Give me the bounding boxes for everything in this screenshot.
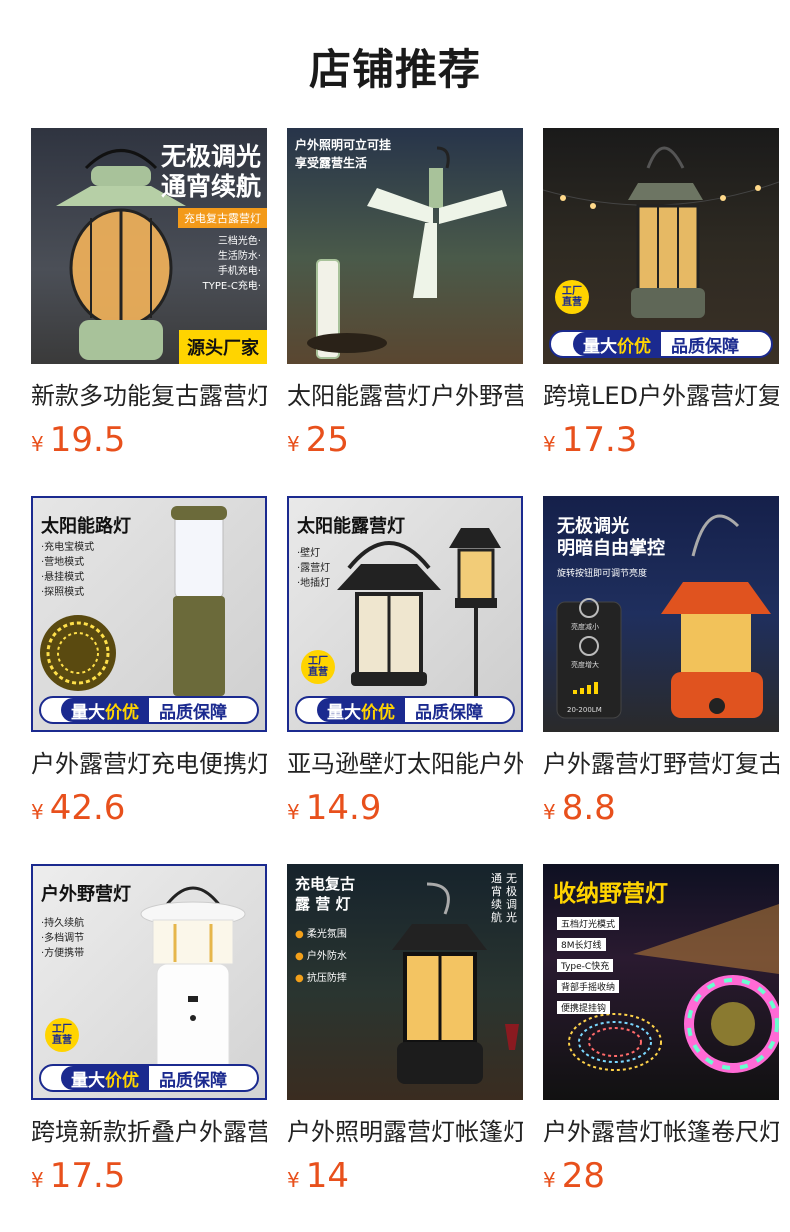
image-tag: 源头厂家	[179, 330, 267, 364]
product-name[interactable]: 亚马逊壁灯太阳能户外	[287, 750, 523, 778]
product-image[interactable]: 户外野营灯 ·持久续航 ·多档调节 ·方便携带 工厂 直营 量大 价优 品质保障	[31, 864, 267, 1100]
lumen-range: 20-200LM	[567, 706, 602, 714]
product-image[interactable]: 充电复古 露 营 灯 通宵续航 无极调光 ● 柔光氛围 ● 户外防水 ● 抗压防…	[287, 864, 523, 1100]
product-name[interactable]: 跨境LED户外露营灯复古	[543, 382, 779, 410]
product-image[interactable]: 无极调光 明暗自由掌控 旋转按钮即可调节亮度 亮度减小 亮度增大 20-200L…	[543, 496, 779, 732]
price-value: 28	[561, 1156, 605, 1196]
price-value: 19.5	[49, 420, 126, 460]
product-price: ¥19.5	[31, 420, 267, 464]
product-image[interactable]: 太阳能露营灯 ·壁灯 ·露营灯 ·地插灯 工厂 直营 量大 价优 品质保障	[287, 496, 523, 732]
product-price: ¥17.3	[543, 420, 779, 464]
price-value: 14.9	[305, 788, 382, 828]
price-value: 17.5	[49, 1156, 126, 1196]
product-card[interactable]: 无极调光 明暗自由掌控 旋转按钮即可调节亮度 亮度减小 亮度增大 20-200L…	[543, 496, 779, 832]
currency-symbol: ¥	[287, 1168, 300, 1192]
product-price: ¥14.9	[287, 788, 523, 832]
image-features: ·壁灯 ·露营灯 ·地插灯	[297, 548, 331, 589]
product-card[interactable]: 充电复古 露 营 灯 通宵续航 无极调光 ● 柔光氛围 ● 户外防水 ● 抗压防…	[287, 864, 523, 1200]
product-image[interactable]: 收纳野营灯 五档灯光模式 8M长灯线 Type-C快充 背部手摇收纳 便携提挂钩	[543, 864, 779, 1100]
currency-symbol: ¥	[31, 1168, 44, 1192]
currency-symbol: ¥	[543, 432, 556, 456]
product-image[interactable]: 户外照明可立可挂 享受露营生活	[287, 128, 523, 364]
image-headline: 户外野营灯	[41, 884, 131, 905]
image-subline: 旋转按钮即可调节亮度	[557, 569, 648, 579]
quality-banner: 量大 价优 品质保障	[39, 696, 259, 724]
factory-direct-badge: 工厂 直营	[301, 650, 335, 684]
currency-symbol: ¥	[543, 1168, 556, 1192]
image-features: ● 柔光氛围 ● 户外防水 ● 抗压防摔	[295, 929, 347, 984]
image-headline: 收纳野营灯	[553, 881, 668, 907]
product-price: ¥17.5	[31, 1156, 267, 1200]
product-image[interactable]: 工厂 直营 量大 价优 品质保障	[543, 128, 779, 364]
image-headline: 无极调光 明暗自由掌控	[557, 516, 665, 559]
product-card[interactable]: 户外照明可立可挂 享受露营生活 太阳能露营灯户外野营灯 ¥25	[287, 128, 523, 464]
image-headline: 充电复古 露 营 灯	[295, 875, 356, 913]
product-price: ¥8.8	[543, 788, 779, 832]
currency-symbol: ¥	[31, 800, 44, 824]
product-price: ¥42.6	[31, 788, 267, 832]
currency-symbol: ¥	[287, 432, 300, 456]
product-name[interactable]: 户外露营灯帐篷卷尺灯	[543, 1118, 779, 1146]
image-headline: 太阳能露营灯	[297, 516, 405, 537]
image-headline: 太阳能路灯	[41, 516, 131, 537]
quality-banner: 量大 价优 品质保障	[39, 1064, 259, 1092]
image-headline: 户外照明可立可挂 享受露营生活	[295, 138, 392, 170]
factory-direct-badge: 工厂 直营	[555, 280, 589, 314]
image-features: 五档灯光模式 8M长灯线 Type-C快充 背部手摇收纳 便携提挂钩	[557, 912, 620, 1015]
product-name[interactable]: 新款多功能复古露营灯	[31, 382, 267, 410]
image-headline: 无极调光 通宵续航	[160, 142, 261, 201]
product-price: ¥14	[287, 1156, 523, 1200]
knob-label-decrease: 亮度减小	[571, 623, 599, 631]
product-card[interactable]: 太阳能露营灯 ·壁灯 ·露营灯 ·地插灯 工厂 直营 量大 价优 品质保障 亚马逊壁…	[287, 496, 523, 832]
image-features: ·持久续航 ·多档调节 ·方便携带	[41, 918, 85, 959]
product-name[interactable]: 太阳能露营灯户外野营灯	[287, 382, 523, 410]
quality-banner: 量大 价优 品质保障	[549, 330, 773, 358]
image-ribbon: 充电复古露营灯	[178, 208, 267, 228]
product-card[interactable]: 收纳野营灯 五档灯光模式 8M长灯线 Type-C快充 背部手摇收纳 便携提挂钩…	[543, 864, 779, 1200]
image-features: 三档光色· 生活防水· 手机充电· TYPE-C充电·	[202, 236, 261, 292]
product-card[interactable]: 户外野营灯 ·持久续航 ·多档调节 ·方便携带 工厂 直营 量大 价优 品质保障 跨…	[31, 864, 267, 1200]
currency-symbol: ¥	[31, 432, 44, 456]
image-features: ·充电宝模式 ·营地模式 ·悬挂模式 ·探照模式	[41, 542, 95, 598]
product-price: ¥25	[287, 420, 523, 464]
product-card[interactable]: 太阳能路灯 ·充电宝模式 ·营地模式 ·悬挂模式 ·探照模式 量大 价优 品质保障…	[31, 496, 267, 832]
factory-direct-badge: 工厂 直营	[45, 1018, 79, 1052]
product-name[interactable]: 户外照明露营灯帐篷灯	[287, 1118, 523, 1146]
image-vertical-text: 通宵续航 无极调光	[491, 872, 517, 924]
product-name[interactable]: 户外露营灯野营灯复古	[543, 750, 779, 778]
product-name[interactable]: 跨境新款折叠户外露营灯	[31, 1118, 267, 1146]
currency-symbol: ¥	[287, 800, 300, 824]
product-image[interactable]: 太阳能路灯 ·充电宝模式 ·营地模式 ·悬挂模式 ·探照模式 量大 价优 品质保障	[31, 496, 267, 732]
product-image[interactable]: 无极调光 通宵续航 充电复古露营灯 三档光色· 生活防水· 手机充电· TYPE…	[31, 128, 267, 364]
price-value: 8.8	[561, 788, 616, 828]
currency-symbol: ¥	[543, 800, 556, 824]
page-title: 店铺推荐	[308, 45, 481, 94]
product-name[interactable]: 户外露营灯充电便携灯	[31, 750, 267, 778]
knob-label-increase: 亮度增大	[571, 661, 599, 669]
price-value: 25	[305, 420, 349, 460]
product-card[interactable]: 工厂直营 量大价优 品质保障 跨境LED户外露营灯复古 ¥17.3	[543, 128, 779, 464]
price-value: 42.6	[49, 788, 126, 828]
retro-lantern-illustration	[543, 146, 779, 318]
shop-recommendations-page: 店铺推荐 无极调光 通宵续航 充电复古露营灯 三档光色· 生活防水· 手机充电·…	[0, 0, 790, 1232]
price-value: 17.3	[561, 420, 638, 460]
quality-banner: 量大 价优 品质保障	[295, 696, 515, 724]
product-card[interactable]: 无极调光 通宵续航 充电复古露营灯 三档光色· 生活防水· 手机充电· TYPE…	[31, 128, 267, 464]
price-value: 14	[305, 1156, 349, 1196]
product-price: ¥28	[543, 1156, 779, 1200]
